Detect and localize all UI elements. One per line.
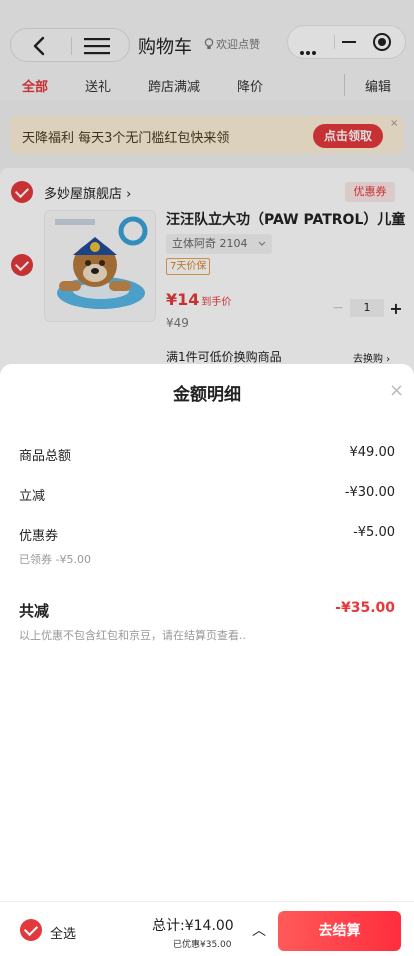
subtotal-label: 商品总额 xyxy=(19,449,72,464)
sheet-note: 以上优惠不包含红包和京豆，请在结算页查看.. xyxy=(19,629,246,642)
discount-value: -¥30.00 xyxy=(344,485,395,500)
checkout-bar: 全选 总计:¥14.00 已优惠¥35.00 ︿ 去结算 xyxy=(0,901,414,956)
subtotal-value: ¥49.00 xyxy=(349,445,396,460)
coupon-value: -¥5.00 xyxy=(353,525,395,540)
coupon-sub: 已领券 -¥5.00 xyxy=(19,553,91,566)
close-icon[interactable]: × xyxy=(389,380,404,401)
checkout-button[interactable]: 去结算 xyxy=(278,911,401,951)
total-amount: 总计:¥14.00 xyxy=(152,918,234,934)
select-all-label[interactable]: 全选 xyxy=(50,923,76,942)
amount-detail-sheet: 金额明细 × 商品总额 ¥49.00 立减 -¥30.00 优惠券 -¥5.00… xyxy=(0,364,414,956)
discount-label: 立减 xyxy=(19,489,46,504)
saved-amount: 已优惠¥35.00 xyxy=(173,940,232,950)
chevron-up-icon[interactable]: ︿ xyxy=(252,920,266,940)
total-discount-value: -¥35.00 xyxy=(335,600,395,616)
coupon-label: 优惠券 xyxy=(19,529,59,544)
select-all-checkbox[interactable] xyxy=(20,919,42,941)
total-discount-label: 共减 xyxy=(19,602,50,620)
sheet-title: 金额明细 xyxy=(173,385,241,405)
